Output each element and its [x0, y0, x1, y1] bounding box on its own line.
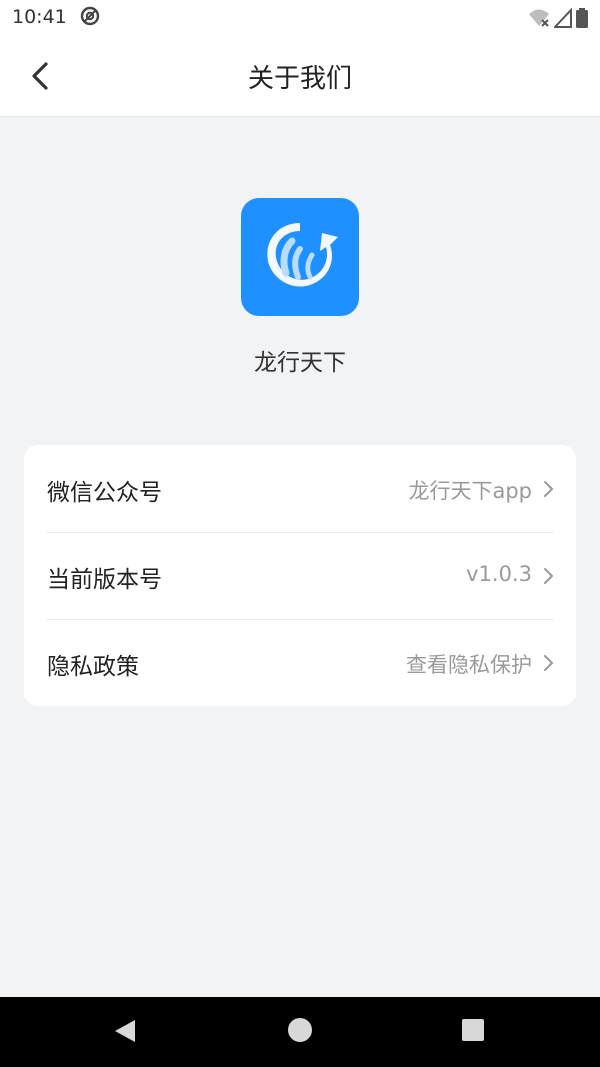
status-bar: 10:41: [0, 0, 600, 36]
status-time: 10:41: [12, 6, 67, 28]
chevron-right-icon: [544, 655, 554, 671]
wechat-account-row[interactable]: 微信公众号 龙行天下app: [24, 445, 576, 532]
row-label: 隐私政策: [47, 654, 139, 680]
row-value: 龙行天下app: [408, 479, 532, 503]
status-icons: [528, 7, 588, 29]
row-value: v1.0.3: [466, 562, 532, 586]
version-row[interactable]: 当前版本号 v1.0.3: [24, 532, 576, 619]
at-sign-icon: [80, 6, 100, 26]
app-logo: [241, 198, 359, 316]
header: 关于我们: [0, 36, 600, 117]
row-label: 微信公众号: [47, 480, 162, 506]
logo-swirl-icon: [267, 223, 338, 287]
about-list: 微信公众号 龙行天下app 当前版本号 v1.0.3 隐私政策 查看隐私保护: [24, 445, 576, 706]
row-label: 当前版本号: [47, 567, 162, 593]
recents-square-icon[interactable]: [462, 1019, 484, 1041]
app-name: 龙行天下: [254, 350, 346, 376]
signal-icon: [554, 8, 572, 28]
battery-icon: [576, 8, 588, 28]
page-title: 关于我们: [247, 64, 352, 94]
system-nav-bar: [0, 997, 600, 1067]
chevron-right-icon: [544, 481, 554, 497]
wifi-off-icon: [529, 9, 549, 27]
privacy-policy-row[interactable]: 隐私政策 查看隐私保护: [24, 619, 576, 706]
back-triangle-icon[interactable]: [111, 1017, 139, 1045]
home-circle-icon[interactable]: [288, 1018, 312, 1042]
chevron-right-icon: [544, 568, 554, 584]
row-value: 查看隐私保护: [406, 653, 532, 677]
